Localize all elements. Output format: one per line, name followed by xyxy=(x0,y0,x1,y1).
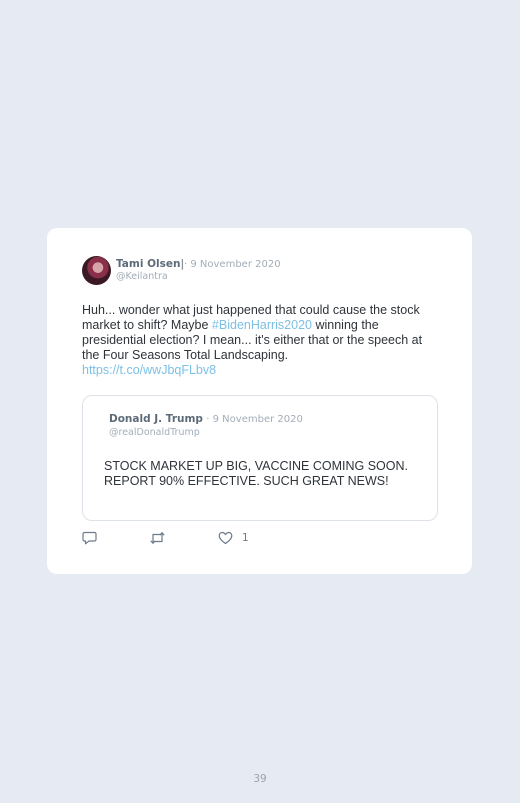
avatar[interactable] xyxy=(82,256,111,285)
retweet-button[interactable] xyxy=(149,530,166,546)
retweet-icon xyxy=(150,531,165,545)
quoted-tweet[interactable]: Donald J. Trump · 9 November 2020 @realD… xyxy=(82,395,438,521)
like-count: 1 xyxy=(242,532,249,544)
like-button[interactable]: 1 xyxy=(218,530,249,546)
quoted-author: Donald J. Trump · 9 November 2020 xyxy=(109,413,303,425)
quoted-author-handle[interactable]: @realDonaldTrump xyxy=(109,427,200,438)
tweet-actions: 1 xyxy=(82,530,282,548)
hashtag-link[interactable]: #BidenHarris2020 xyxy=(212,318,312,332)
tweet-author: Tami Olsen|· 9 November 2020 xyxy=(116,258,281,271)
tweet-card: Tami Olsen|· 9 November 2020 @Keilantra … xyxy=(47,228,472,574)
page-number: 39 xyxy=(253,773,267,785)
tweet-text: Huh... wonder what just happened that co… xyxy=(82,303,442,378)
author-handle[interactable]: @Keilantra xyxy=(116,271,168,282)
tweet-date: · 9 November 2020 xyxy=(184,259,281,270)
heart-icon xyxy=(218,531,233,545)
quoted-tweet-date: · 9 November 2020 xyxy=(206,414,303,425)
quoted-tweet-text: STOCK MARKET UP BIG, VACCINE COMING SOON… xyxy=(104,459,408,488)
tweet-link[interactable]: https://t.co/wwJbqFLbv8 xyxy=(82,363,442,378)
reply-button[interactable] xyxy=(82,530,97,546)
reply-icon xyxy=(82,531,97,545)
quoted-author-name[interactable]: Donald J. Trump xyxy=(109,413,203,425)
author-name[interactable]: Tami Olsen xyxy=(116,258,180,270)
